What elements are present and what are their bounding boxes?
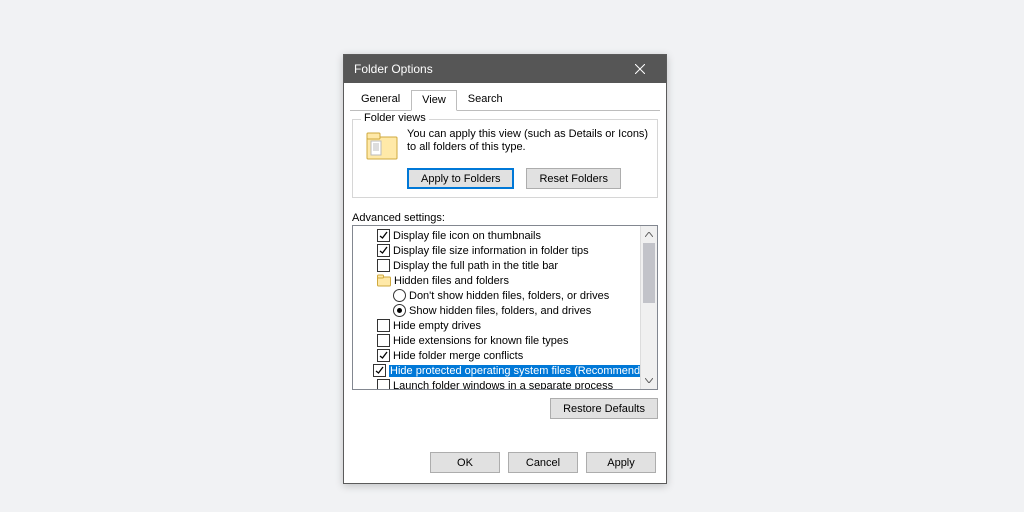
advanced-settings-tree[interactable]: Display file icon on thumbnails Display … <box>352 225 658 390</box>
folder-icon <box>365 130 401 162</box>
tree-item-hidden-header[interactable]: Hidden files and folders <box>353 273 657 288</box>
tree-item-dont-show-hidden[interactable]: Don't show hidden files, folders, or dri… <box>353 288 657 303</box>
folder-views-text: You can apply this view (such as Details… <box>407 128 649 162</box>
cancel-button[interactable]: Cancel <box>508 452 578 473</box>
checkbox-icon[interactable] <box>377 244 390 257</box>
tree-item-hide-empty[interactable]: Hide empty drives <box>353 318 657 333</box>
checkbox-icon[interactable] <box>377 319 390 332</box>
reset-folders-button[interactable]: Reset Folders <box>526 168 620 189</box>
folder-options-dialog: Folder Options General View Search Folde… <box>343 54 667 484</box>
scrollbar[interactable] <box>640 226 657 389</box>
scroll-thumb[interactable] <box>643 243 655 303</box>
checkbox-icon[interactable] <box>377 379 390 390</box>
tree-item-launch-separate[interactable]: Launch folder windows in a separate proc… <box>353 378 657 390</box>
ok-button[interactable]: OK <box>430 452 500 473</box>
window-title: Folder Options <box>354 62 620 76</box>
tree-item-display-icon-thumbnails[interactable]: Display file icon on thumbnails <box>353 228 657 243</box>
close-icon <box>635 64 645 74</box>
tree-item-display-size-tips[interactable]: Display file size information in folder … <box>353 243 657 258</box>
tab-body: Folder views You can apply this view (su… <box>344 111 666 423</box>
checkbox-icon[interactable] <box>377 334 390 347</box>
folder-icon <box>377 274 391 287</box>
tree-item-show-hidden[interactable]: Show hidden files, folders, and drives <box>353 303 657 318</box>
close-button[interactable] <box>620 57 660 81</box>
apply-to-folders-button[interactable]: Apply to Folders <box>407 168 514 189</box>
checkbox-icon[interactable] <box>377 259 390 272</box>
scroll-up-icon[interactable] <box>641 226 657 243</box>
dialog-buttons: OK Cancel Apply <box>430 452 656 473</box>
tree-item-hide-extensions[interactable]: Hide extensions for known file types <box>353 333 657 348</box>
checkbox-icon[interactable] <box>377 349 390 362</box>
advanced-settings-label: Advanced settings: <box>352 212 658 224</box>
tree-item-hide-merge[interactable]: Hide folder merge conflicts <box>353 348 657 363</box>
radio-icon[interactable] <box>393 289 406 302</box>
restore-defaults-button[interactable]: Restore Defaults <box>550 398 658 419</box>
apply-button[interactable]: Apply <box>586 452 656 473</box>
titlebar[interactable]: Folder Options <box>344 55 666 83</box>
folder-views-group: Folder views You can apply this view (su… <box>352 119 658 198</box>
tree-item-display-full-path[interactable]: Display the full path in the title bar <box>353 258 657 273</box>
tree-item-hide-protected[interactable]: Hide protected operating system files (R… <box>353 363 657 378</box>
tab-search[interactable]: Search <box>457 89 514 110</box>
radio-icon[interactable] <box>393 304 406 317</box>
tab-general[interactable]: General <box>350 89 411 110</box>
tab-strip: General View Search <box>350 89 660 111</box>
checkbox-icon[interactable] <box>373 364 386 377</box>
tab-view[interactable]: View <box>411 90 457 111</box>
folder-views-legend: Folder views <box>361 112 429 124</box>
checkbox-icon[interactable] <box>377 229 390 242</box>
scroll-down-icon[interactable] <box>641 372 657 389</box>
